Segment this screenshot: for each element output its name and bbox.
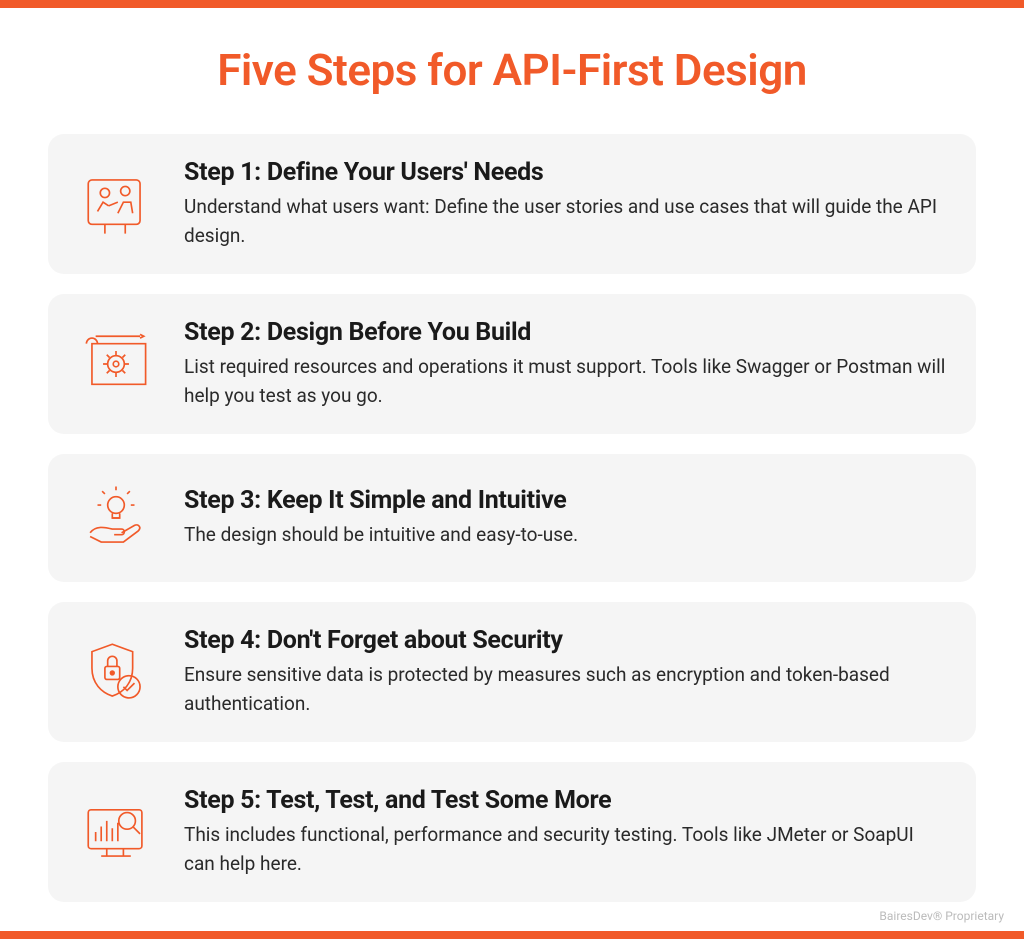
main-container: Five Steps for API-First Design Step 1: … bbox=[0, 8, 1024, 902]
step-5-title: Step 5: Test, Test, and Test Some More bbox=[184, 786, 948, 815]
step-4-description: Ensure sensitive data is protected by me… bbox=[184, 661, 948, 718]
page-title: Five Steps for API-First Design bbox=[48, 44, 976, 96]
step-3-title: Step 3: Keep It Simple and Intuitive bbox=[184, 486, 948, 515]
step-4-content: Step 4: Don't Forget about Security Ensu… bbox=[184, 626, 948, 718]
footer-attribution: BairesDev® Proprietary bbox=[879, 909, 1004, 923]
step-3-description: The design should be intuitive and easy-… bbox=[184, 521, 948, 550]
bottom-accent-bar bbox=[0, 931, 1024, 939]
step-5-description: This includes functional, performance an… bbox=[184, 821, 948, 878]
hand-lightbulb-icon bbox=[76, 478, 156, 558]
step-5-content: Step 5: Test, Test, and Test Some More T… bbox=[184, 786, 948, 878]
step-1-content: Step 1: Define Your Users' Needs Underst… bbox=[184, 158, 948, 250]
step-1-description: Understand what users want: Define the u… bbox=[184, 193, 948, 250]
shield-lock-icon bbox=[76, 632, 156, 712]
step-card-5: Step 5: Test, Test, and Test Some More T… bbox=[48, 762, 976, 902]
monitor-analytics-icon bbox=[76, 792, 156, 872]
step-3-content: Step 3: Keep It Simple and Intuitive The… bbox=[184, 486, 948, 550]
top-accent-bar bbox=[0, 0, 1024, 8]
step-card-1: Step 1: Define Your Users' Needs Underst… bbox=[48, 134, 976, 274]
step-card-4: Step 4: Don't Forget about Security Ensu… bbox=[48, 602, 976, 742]
step-card-2: Step 2: Design Before You Build List req… bbox=[48, 294, 976, 434]
step-card-3: Step 3: Keep It Simple and Intuitive The… bbox=[48, 454, 976, 582]
blueprint-gear-icon bbox=[76, 324, 156, 404]
users-meeting-icon bbox=[76, 164, 156, 244]
step-2-description: List required resources and operations i… bbox=[184, 353, 948, 410]
step-1-title: Step 1: Define Your Users' Needs bbox=[184, 158, 948, 187]
step-2-title: Step 2: Design Before You Build bbox=[184, 318, 948, 347]
step-2-content: Step 2: Design Before You Build List req… bbox=[184, 318, 948, 410]
step-4-title: Step 4: Don't Forget about Security bbox=[184, 626, 948, 655]
